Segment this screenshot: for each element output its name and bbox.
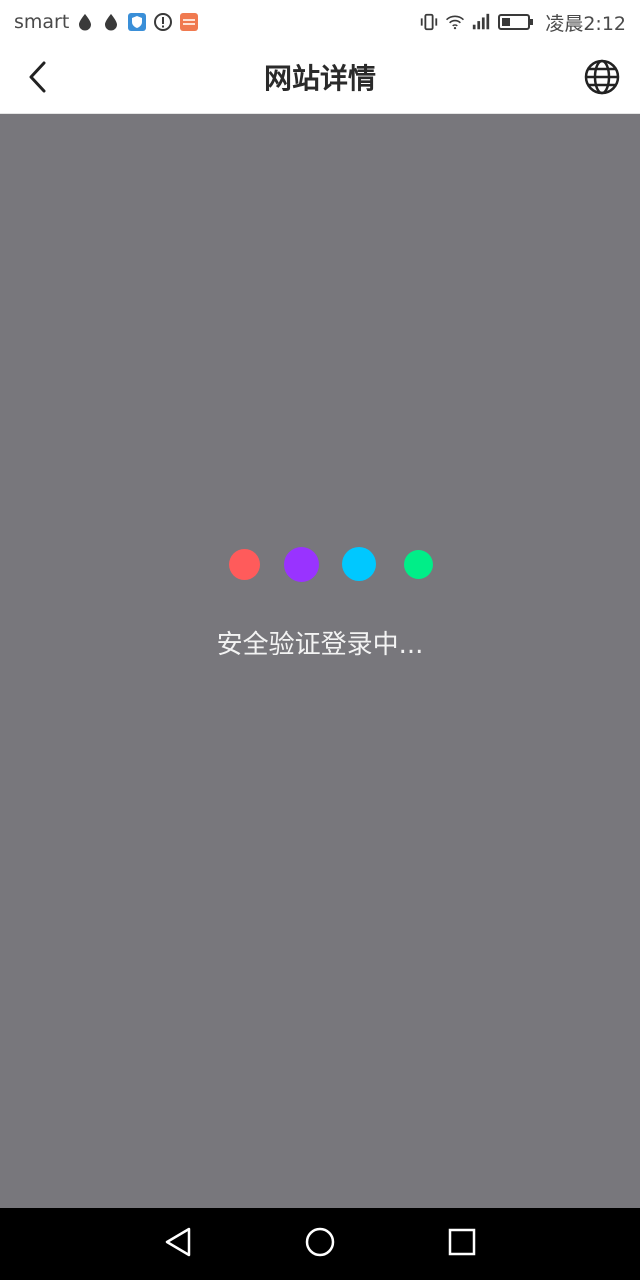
signal-icon xyxy=(471,12,491,32)
wifi-icon xyxy=(445,12,465,32)
status-right: 凌晨2:12 xyxy=(419,9,626,36)
web-content-area: 安全验证登录中... xyxy=(0,114,640,1208)
drop-icon xyxy=(101,12,121,32)
loading-dot xyxy=(342,547,376,581)
loading-dots xyxy=(0,546,640,582)
globe-button[interactable] xyxy=(582,59,622,99)
status-bar: smart 凌晨2:12 xyxy=(0,0,640,44)
system-nav-bar xyxy=(0,1208,640,1280)
clock: 凌晨2:12 xyxy=(545,12,626,35)
back-triangle-icon xyxy=(163,1226,193,1262)
app-header: 网站详情 xyxy=(0,44,640,114)
loading-dot xyxy=(284,547,319,582)
nav-back-button[interactable] xyxy=(160,1226,196,1262)
loading-dot xyxy=(404,550,433,579)
page-title: 网站详情 xyxy=(263,62,376,95)
vibrate-icon xyxy=(419,12,439,32)
app-badge-icon xyxy=(179,12,199,32)
carrier-label: smart xyxy=(14,11,70,33)
battery-icon xyxy=(497,12,535,32)
drop-icon xyxy=(75,12,95,32)
shield-app-icon xyxy=(127,12,147,32)
alert-icon xyxy=(153,12,173,32)
loading-dot xyxy=(229,549,260,580)
recents-square-icon xyxy=(447,1227,477,1261)
globe-icon xyxy=(584,59,620,99)
status-left: smart xyxy=(14,11,205,33)
loading-message: 安全验证登录中... xyxy=(216,630,424,660)
nav-home-button[interactable] xyxy=(302,1226,338,1262)
nav-recents-button[interactable] xyxy=(444,1226,480,1262)
home-circle-icon xyxy=(304,1226,336,1262)
